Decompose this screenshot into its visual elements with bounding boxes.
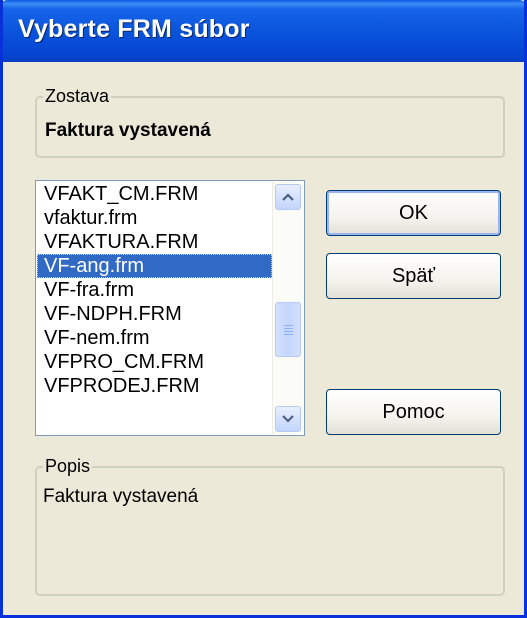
list-item[interactable]: VF-nem.frm [37, 326, 272, 350]
file-listbox[interactable]: VFAKT_CM.FRM vfaktur.frm VFAKTURA.FRM VF… [35, 180, 305, 436]
popis-group: Popis Faktura vystavená [35, 456, 505, 596]
scroll-up-button[interactable] [275, 184, 301, 210]
zostava-value: Faktura vystavená [45, 120, 211, 141]
list-item[interactable]: VFPRODEJ.FRM [37, 374, 272, 398]
list-item[interactable]: VF-NDPH.FRM [37, 302, 272, 326]
zostava-group: Zostava Faktura vystavená [35, 86, 505, 158]
chevron-up-icon [282, 193, 294, 201]
zostava-label: Zostava [43, 86, 112, 106]
grip-line [284, 328, 293, 329]
window-title: Vyberte FRM súbor [18, 15, 250, 43]
dialog-window: Vyberte FRM súbor Zostava Faktura vystav… [0, 0, 527, 618]
scroll-down-button[interactable] [275, 406, 301, 432]
grip-line [284, 334, 293, 335]
chevron-down-icon [282, 415, 294, 423]
list-item[interactable]: VF-fra.frm [37, 278, 272, 302]
popis-label: Popis [43, 456, 93, 476]
grip-line [284, 331, 293, 332]
title-bar[interactable]: Vyberte FRM súbor [3, 0, 524, 62]
list-item[interactable]: vfaktur.frm [37, 206, 272, 230]
back-button[interactable]: Späť [326, 253, 501, 299]
list-item[interactable]: VFAKTURA.FRM [37, 230, 272, 254]
grip-line [284, 325, 293, 326]
file-list-items: VFAKT_CM.FRM vfaktur.frm VFAKTURA.FRM VF… [37, 182, 272, 434]
scroll-thumb[interactable] [275, 302, 301, 357]
list-item[interactable]: VFAKT_CM.FRM [37, 182, 272, 206]
help-button[interactable]: Pomoc [326, 389, 501, 435]
list-item[interactable]: VFPRO_CM.FRM [37, 350, 272, 374]
ok-button[interactable]: OK [326, 190, 501, 236]
list-item-selected[interactable]: VF-ang.frm [37, 254, 272, 278]
popis-value: Faktura vystavená [43, 486, 199, 507]
vertical-scrollbar[interactable] [272, 182, 303, 434]
